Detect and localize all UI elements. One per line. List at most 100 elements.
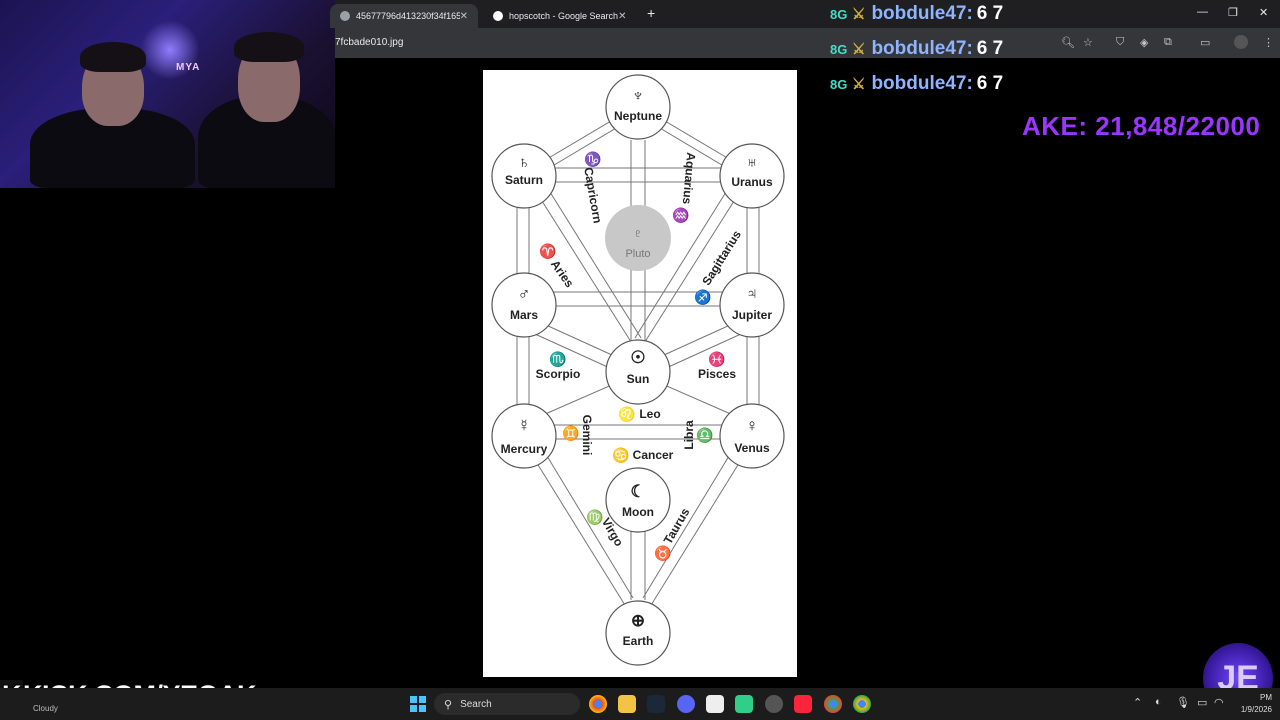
sword-icon: ⚔ (852, 6, 866, 23)
cancer-symbol: ♋ (612, 447, 629, 464)
chat-text: 6 7 (976, 38, 1004, 59)
extension-icon[interactable]: ◈ (1140, 36, 1148, 49)
bookmark-star-icon[interactable]: ☆ (1083, 36, 1093, 49)
sword-icon: ⚔ (852, 76, 866, 93)
menu-icon[interactable]: ⋮ (1263, 36, 1274, 49)
webcam-overlay: MYA (0, 0, 335, 188)
wifi-icon[interactable]: ◠ (1214, 696, 1224, 709)
chat-badge: 8G (830, 41, 848, 57)
leo-symbol: ♌ (618, 406, 635, 423)
pluto-label: Pluto (625, 248, 650, 260)
close-tab-icon[interactable]: ✕ (460, 11, 468, 22)
chevron-up-icon[interactable]: ⌃ (1133, 696, 1142, 709)
windows-taskbar: Cloudy ⚲ Search ⌃ ◐ 🎙︎ ▭ ◠ PM 1/9/2026 (0, 688, 1280, 720)
chrome-icon[interactable] (589, 695, 607, 713)
chat-message: 8G ⚔ bobdule47: 6 7 (830, 3, 1003, 25)
venus-symbol: ♀ (746, 416, 759, 435)
browser-chrome: 45677796d413230f34f1657fcb ✕ hopscotch -… (330, 0, 1280, 58)
app-icon[interactable] (735, 695, 753, 713)
network-icon[interactable]: ◐ (1155, 696, 1162, 708)
pisces-label: Pisces (698, 367, 736, 381)
clock[interactable]: PM 1/9/2026 (1232, 692, 1272, 716)
jupiter-label: Jupiter (732, 308, 772, 322)
extension-shield-icon[interactable]: ⛉ (1116, 36, 1124, 49)
scorpio-symbol: ♏ (549, 351, 566, 368)
chat-text: 6 7 (976, 73, 1004, 94)
venus-label: Venus (734, 441, 770, 455)
sword-icon: ⚔ (852, 41, 866, 58)
discord-icon[interactable] (677, 695, 695, 713)
time: PM (1260, 693, 1272, 702)
aquarius-label: Aquarius (680, 152, 699, 205)
webcam-neon-sign: MYA (176, 62, 201, 73)
sub-goal-counter: AKE: 21,848/22000 (1022, 111, 1261, 141)
streamer-right (198, 32, 335, 188)
taskbar-search[interactable]: ⚲ Search (434, 693, 580, 715)
jupiter-symbol: ♃ (746, 284, 759, 303)
settings-icon[interactable] (765, 695, 783, 713)
start-button[interactable] (410, 696, 426, 712)
chat-username: bobdule47: (871, 73, 973, 94)
leo-label: Leo (639, 407, 660, 421)
microphone-icon[interactable]: 🎙︎ (1176, 696, 1190, 709)
chat-username: bobdule47: (871, 3, 973, 24)
neptune-symbol: ♆ (632, 86, 645, 105)
pisces-symbol: ♓ (708, 351, 725, 368)
uranus-symbol: ♅ (746, 153, 759, 172)
weather-widget[interactable]: Cloudy (33, 704, 58, 713)
zoom-icon[interactable]: 🔍︎ (1061, 36, 1075, 49)
earth-label: Earth (623, 634, 654, 648)
saturn-symbol: ♄ (518, 153, 531, 172)
display-icon[interactable]: ▭ (1197, 696, 1207, 709)
search-icon: ⚲ (444, 698, 453, 711)
tab-google-search[interactable]: hopscotch - Google Search ✕ (483, 4, 635, 28)
moon-label: Moon (622, 505, 654, 519)
url-text[interactable]: 7fcbade010.jpg (335, 37, 403, 48)
file-explorer-icon[interactable] (618, 695, 636, 713)
mercury-symbol: ☿ (518, 416, 531, 435)
profile-avatar[interactable] (1234, 35, 1248, 49)
aquarius-symbol: ♒ (672, 207, 689, 224)
search-label: Search (460, 698, 492, 710)
mercury-label: Mercury (501, 442, 548, 456)
mars-label: Mars (510, 308, 538, 322)
music-icon[interactable] (794, 695, 812, 713)
saturn-label: Saturn (505, 173, 543, 187)
steam-icon[interactable] (647, 695, 665, 713)
minimize-button[interactable]: — (1197, 6, 1208, 18)
pluto-symbol: ♇ (632, 225, 643, 242)
chat-username: bobdule47: (871, 38, 973, 59)
sidebar-icon[interactable]: ▭ (1200, 36, 1210, 49)
new-tab-button[interactable]: + (647, 5, 655, 21)
uranus-label: Uranus (731, 175, 773, 189)
tab-image[interactable]: 45677796d413230f34f1657fcb ✕ (330, 4, 478, 28)
close-window-button[interactable]: ✕ (1259, 6, 1268, 19)
chat-message: 8G ⚔ bobdule47: 6 7 (830, 38, 1003, 60)
tab-label: 45677796d413230f34f1657fcb (356, 11, 460, 21)
chat-message: 8G ⚔ bobdule47: 6 7 (830, 73, 1003, 95)
aries-label: Aries (548, 257, 577, 290)
libra-label: Libra (682, 420, 696, 450)
chrome-icon[interactable] (824, 695, 842, 713)
tab-label: hopscotch - Google Search (509, 11, 619, 21)
restore-button[interactable]: ❐ (1228, 6, 1238, 19)
aries-symbol: ♈ (539, 243, 556, 260)
scorpio-label: Scorpio (536, 367, 581, 381)
globe-icon (340, 11, 350, 21)
gemini-label: Gemini (580, 415, 594, 456)
capricorn-label: Capricorn (581, 166, 605, 224)
chat-badge: 8G (830, 6, 848, 22)
chat-badge: 8G (830, 76, 848, 92)
mars-symbol: ♂ (518, 284, 531, 303)
puzzle-icon[interactable]: ⧉ (1164, 36, 1172, 49)
sun-symbol: ☉ (630, 348, 645, 367)
close-tab-icon[interactable]: ✕ (618, 11, 626, 22)
address-bar[interactable]: 7fcbade010.jpg (335, 28, 1280, 58)
chrome-icon[interactable] (853, 695, 871, 713)
capcut-icon[interactable] (706, 695, 724, 713)
earth-symbol: ⊕ (631, 611, 645, 630)
libra-symbol: ♎ (696, 427, 713, 444)
moon-symbol: ☾ (630, 482, 645, 501)
gemini-symbol: ♊ (562, 425, 579, 442)
sagittarius-symbol: ♐ (694, 289, 711, 306)
